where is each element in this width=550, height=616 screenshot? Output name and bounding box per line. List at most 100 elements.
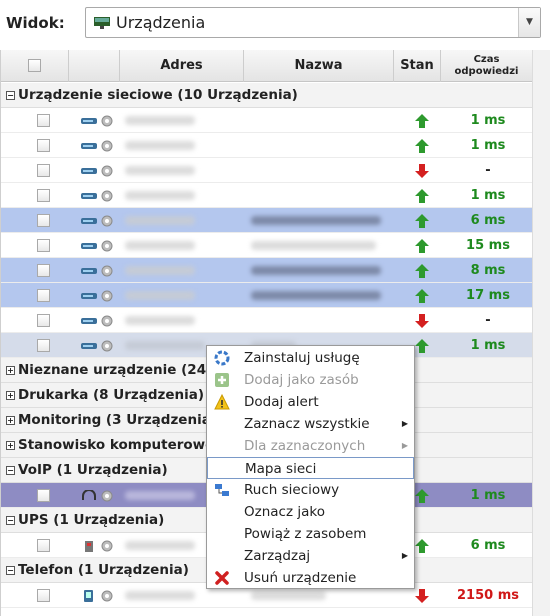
row-checkbox[interactable] — [37, 339, 50, 352]
status-up-icon — [415, 339, 429, 353]
header-select-all[interactable] — [1, 50, 69, 82]
device-row[interactable]: 17 ms — [1, 283, 532, 308]
device-address-redacted — [125, 491, 195, 500]
view-dropdown-value: Urządzenia — [116, 13, 206, 32]
device-name-redacted — [251, 266, 381, 275]
header-name[interactable]: Nazwa — [244, 50, 394, 82]
menu-install-service[interactable]: Zainstaluj usługę — [207, 347, 414, 369]
menu-manage[interactable]: Zarządzaj ▶ — [207, 545, 414, 567]
header-state[interactable]: Stan — [394, 50, 441, 82]
response-time: 1 ms — [470, 338, 506, 353]
header-icons — [69, 50, 120, 82]
menu-remove-device[interactable]: Usuń urządzenie — [207, 567, 414, 589]
network-device-icon — [81, 265, 113, 277]
device-name-redacted — [251, 591, 326, 600]
device-row[interactable]: 1 ms — [1, 108, 532, 133]
expand-icon[interactable]: + — [6, 366, 15, 375]
network-device-icon — [81, 340, 113, 352]
response-time: - — [485, 163, 491, 178]
response-time: 1 ms — [470, 138, 506, 153]
collapse-icon[interactable]: − — [6, 566, 15, 575]
row-checkbox[interactable] — [37, 589, 50, 602]
network-device-icon — [81, 315, 113, 327]
row-checkbox[interactable] — [37, 539, 50, 552]
response-time: 1 ms — [470, 113, 506, 128]
menu-network-map[interactable]: Mapa sieci — [207, 457, 414, 479]
response-time: 8 ms — [470, 263, 506, 278]
menu-network-traffic[interactable]: Ruch sieciowy — [207, 479, 414, 501]
response-time: 15 ms — [466, 238, 510, 253]
row-checkbox[interactable] — [37, 114, 50, 127]
device-address-redacted — [125, 291, 195, 300]
status-up-icon — [415, 239, 429, 253]
status-up-icon — [415, 489, 429, 503]
monitor-icon — [94, 17, 110, 29]
status-down-icon — [415, 164, 429, 178]
chevron-down-icon[interactable]: ▼ — [518, 8, 540, 37]
device-address-redacted — [125, 316, 195, 325]
expand-icon[interactable]: + — [6, 416, 15, 425]
device-address-redacted — [125, 541, 195, 550]
select-all-checkbox[interactable] — [28, 59, 41, 72]
menu-add-alert[interactable]: Dodaj alert — [207, 391, 414, 413]
row-checkbox[interactable] — [37, 189, 50, 202]
device-address-redacted — [125, 141, 195, 150]
device-row[interactable]: 8 ms — [1, 258, 532, 283]
submenu-arrow-icon: ▶ — [401, 551, 408, 560]
context-menu: Zainstaluj usługę Dodaj jako zasób Dodaj… — [206, 345, 415, 589]
ups-icon — [85, 540, 113, 552]
menu-link-asset[interactable]: Powiąż z zasobem — [207, 523, 414, 545]
network-device-icon — [81, 140, 113, 152]
header-address[interactable]: Adres — [120, 50, 244, 82]
response-time: - — [485, 313, 491, 328]
device-row[interactable]: 6 ms — [1, 208, 532, 233]
device-row[interactable]: 15 ms — [1, 233, 532, 258]
expand-icon[interactable]: + — [6, 391, 15, 400]
device-row[interactable]: 1 ms — [1, 183, 532, 208]
network-device-icon — [81, 115, 113, 127]
device-address-redacted — [125, 241, 195, 250]
device-row[interactable]: - — [1, 308, 532, 333]
status-up-icon — [415, 264, 429, 278]
row-checkbox[interactable] — [37, 139, 50, 152]
menu-select-all[interactable]: Zaznacz wszystkie ▶ — [207, 413, 414, 435]
collapse-icon[interactable]: − — [6, 91, 15, 100]
device-address-redacted — [125, 216, 195, 225]
view-label: Widok: — [6, 14, 65, 32]
response-time: 1 ms — [470, 488, 506, 503]
network-traffic-icon — [215, 484, 229, 496]
status-down-icon — [415, 314, 429, 328]
row-checkbox[interactable] — [37, 214, 50, 227]
network-device-icon — [81, 190, 113, 202]
device-row[interactable]: - — [1, 158, 532, 183]
headset-icon — [82, 490, 113, 502]
row-checkbox[interactable] — [37, 314, 50, 327]
status-up-icon — [415, 539, 429, 553]
submenu-arrow-icon: ▶ — [401, 419, 408, 428]
phone-icon — [84, 590, 113, 602]
row-checkbox[interactable] — [37, 489, 50, 502]
response-time: 17 ms — [466, 288, 510, 303]
menu-add-as-asset[interactable]: Dodaj jako zasób — [207, 369, 414, 391]
network-device-icon — [81, 240, 113, 252]
row-checkbox[interactable] — [37, 264, 50, 277]
row-checkbox[interactable] — [37, 164, 50, 177]
submenu-arrow-icon: ▶ — [401, 441, 408, 450]
device-row[interactable]: 1 ms — [1, 133, 532, 158]
expand-icon[interactable]: + — [6, 441, 15, 450]
group-network-devices[interactable]: − Urządzenie sieciowe (10 Urządzenia) — [1, 83, 532, 108]
device-address-redacted — [125, 591, 195, 600]
collapse-icon[interactable]: − — [6, 516, 15, 525]
header-response-time[interactable]: Czas odpowiedzi — [441, 50, 532, 82]
response-time: 6 ms — [470, 538, 506, 553]
row-checkbox[interactable] — [37, 239, 50, 252]
menu-for-selected[interactable]: Dla zaznaczonych ▶ — [207, 435, 414, 457]
device-address-redacted — [125, 191, 195, 200]
view-dropdown[interactable]: Urządzenia ▼ — [85, 7, 541, 38]
menu-mark-as[interactable]: Oznacz jako — [207, 501, 414, 523]
device-address-redacted — [125, 116, 195, 125]
collapse-icon[interactable]: − — [6, 466, 15, 475]
delete-icon — [215, 571, 229, 585]
row-checkbox[interactable] — [37, 289, 50, 302]
vertical-scrollbar[interactable] — [532, 50, 550, 616]
